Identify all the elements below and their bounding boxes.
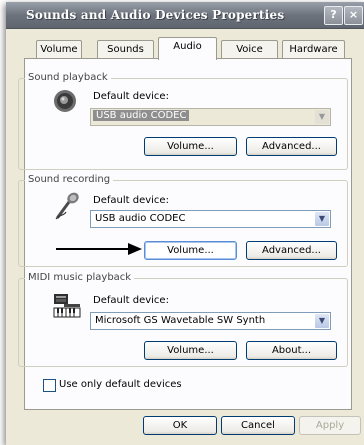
midi-about-button[interactable]: About... [246, 341, 337, 360]
midi-keyboard-icon [53, 294, 81, 318]
cancel-button[interactable]: Cancel [221, 416, 295, 435]
help-button[interactable]: ? [324, 6, 343, 25]
playback-device-label: Default device: [93, 91, 169, 102]
close-button[interactable]: × [344, 6, 363, 25]
chevron-down-icon: ▼ [315, 110, 329, 124]
midi-device-select[interactable]: Microsoft GS Wavetable SW Synth ▼ [90, 312, 331, 330]
midi-volume-button[interactable]: Volume... [144, 341, 237, 360]
default-only-label: Use only default devices [59, 379, 182, 390]
tab-sounds[interactable]: Sounds [97, 40, 154, 59]
midi-device-value: Microsoft GS Wavetable SW Synth [95, 315, 266, 326]
recording-device-value: USB audio CODEC [95, 213, 186, 224]
playback-device-value: USB audio CODEC [93, 110, 190, 121]
group-title: MIDI music playback [25, 272, 135, 283]
microphone-icon [55, 192, 79, 220]
group-title: Sound playback [25, 72, 111, 83]
recording-advanced-button[interactable]: Advanced... [246, 241, 337, 260]
midi-device-label: Default device: [93, 295, 169, 306]
ok-button[interactable]: OK [143, 416, 217, 435]
tab-audio[interactable]: Audio [158, 37, 217, 60]
speaker-icon [54, 90, 76, 112]
chevron-down-icon: ▼ [315, 314, 329, 328]
apply-button[interactable]: Apply [299, 416, 361, 435]
recording-device-label: Default device: [93, 195, 169, 206]
recording-device-select[interactable]: USB audio CODEC ▼ [90, 210, 331, 228]
tab-hardware[interactable]: Hardware [282, 40, 345, 59]
tab-voice[interactable]: Voice [221, 40, 278, 59]
playback-device-select[interactable]: USB audio CODEC ▼ [90, 108, 331, 126]
default-only-checkbox[interactable] [43, 379, 56, 392]
title-bar[interactable]: Sounds and Audio Devices Properties ? × [6, 2, 364, 29]
recording-volume-button[interactable]: Volume... [144, 241, 237, 260]
playback-volume-button[interactable]: Volume... [144, 137, 237, 156]
arrow-pointer-icon [56, 243, 142, 255]
chevron-down-icon: ▼ [315, 212, 329, 226]
tab-volume[interactable]: Volume [36, 40, 82, 59]
playback-advanced-button[interactable]: Advanced... [246, 137, 337, 156]
window-title: Sounds and Audio Devices Properties [26, 8, 285, 22]
group-title: Sound recording [25, 174, 114, 185]
